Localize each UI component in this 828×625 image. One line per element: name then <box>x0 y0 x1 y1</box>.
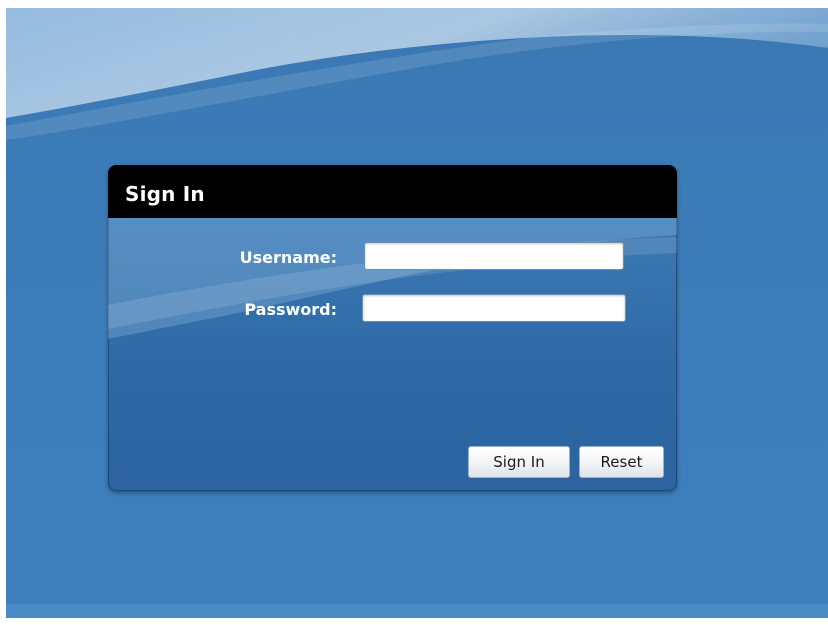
username-input[interactable] <box>364 242 624 270</box>
background-sheen <box>6 8 828 140</box>
password-input[interactable] <box>362 294 626 322</box>
sign-in-header: Sign In <box>108 165 677 218</box>
username-label: Username: <box>239 248 337 267</box>
sign-in-button[interactable]: Sign In <box>468 446 570 478</box>
sign-in-title: Sign In <box>125 182 205 206</box>
reset-button[interactable]: Reset <box>579 446 664 478</box>
sign-in-panel: Sign In Username: Password: Sign In Rese… <box>108 165 677 491</box>
password-label: Password: <box>244 300 337 319</box>
login-screen-background: Sign In Username: Password: Sign In Rese… <box>6 8 828 618</box>
bottom-strip <box>6 604 828 618</box>
